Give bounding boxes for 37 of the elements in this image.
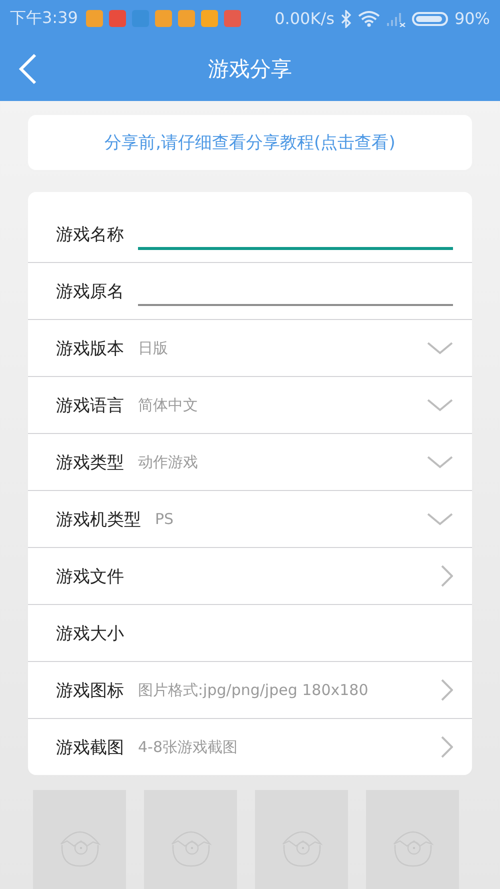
hint-text: 4-8张游戏截图 — [138, 738, 238, 756]
hint-text: 图片格式:jpg/png/jpeg 180x180 — [138, 680, 368, 700]
field-label: 游戏大小 — [56, 622, 124, 644]
image-placeholder[interactable] — [255, 790, 348, 889]
field-label: 游戏图标 — [56, 680, 124, 702]
bluetooth-icon — [340, 10, 352, 28]
tutorial-link[interactable]: 分享前,请仔细查看分享教程(点击查看) — [28, 115, 472, 170]
field-label: 游戏原名 — [56, 280, 124, 302]
chevron-down-icon[interactable] — [427, 398, 453, 412]
wifi-icon — [358, 10, 380, 26]
field-label: 游戏名称 — [56, 224, 124, 246]
field-label: 游戏类型 — [56, 452, 124, 474]
chevron-right-icon[interactable] — [441, 679, 453, 701]
field-label: 游戏机类型 — [56, 508, 141, 530]
chevron-down-icon[interactable] — [427, 512, 453, 526]
chevron-down-icon[interactable] — [427, 341, 453, 355]
chevron-right-icon[interactable] — [441, 565, 453, 587]
field-label: 游戏语言 — [56, 394, 124, 416]
battery-percent: 90% — [454, 9, 490, 28]
image-placeholder[interactable] — [144, 790, 237, 889]
back-icon[interactable] — [18, 53, 38, 85]
signal-icon — [386, 10, 406, 26]
network-speed: 0.00K/s — [274, 9, 334, 28]
chevron-down-icon[interactable] — [427, 455, 453, 469]
battery-icon — [412, 12, 448, 26]
field-label: 游戏版本 — [56, 338, 124, 360]
status-time: 下午3:39 — [10, 8, 78, 29]
select-value[interactable]: PS — [155, 510, 174, 528]
chevron-right-icon[interactable] — [441, 736, 453, 758]
select-value[interactable]: 动作游戏 — [138, 452, 198, 472]
image-placeholder[interactable] — [366, 790, 459, 889]
select-value[interactable]: 日版 — [138, 338, 168, 358]
image-placeholder[interactable] — [33, 790, 126, 889]
field-label: 游戏截图 — [56, 736, 124, 758]
select-value[interactable]: 简体中文 — [138, 396, 198, 414]
page-title: 游戏分享 — [208, 56, 292, 83]
field-label: 游戏文件 — [56, 566, 124, 588]
